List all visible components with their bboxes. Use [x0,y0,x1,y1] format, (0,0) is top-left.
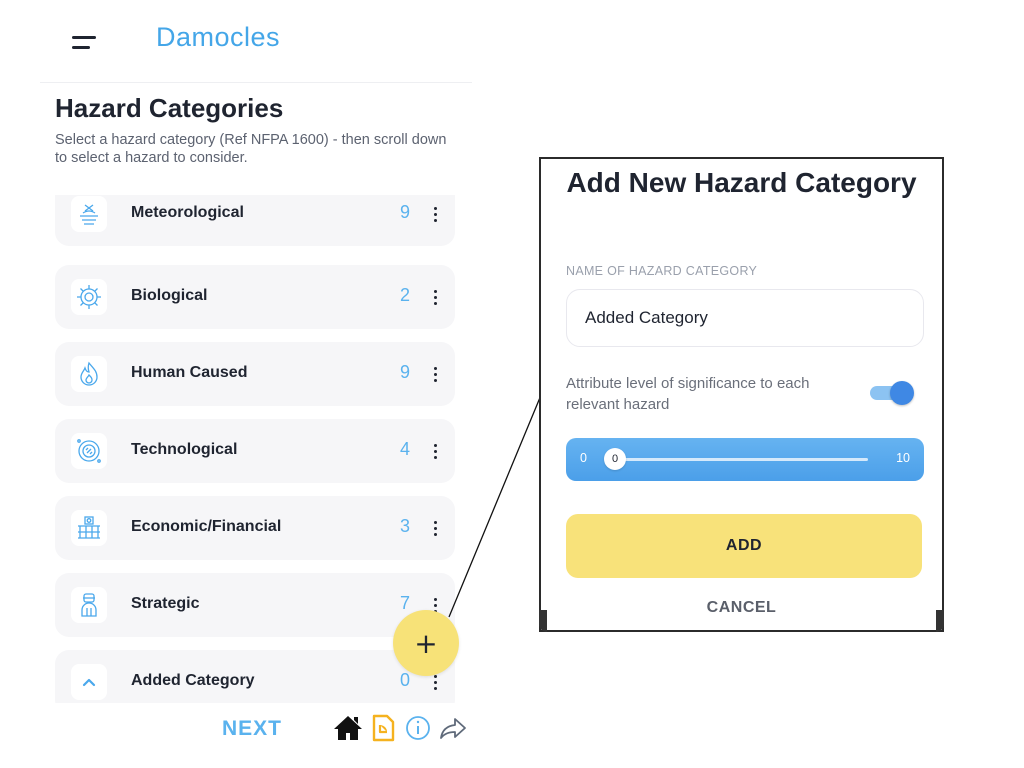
category-label: Strategic [131,595,200,612]
page-title: Hazard Categories [55,93,284,123]
more-options-icon[interactable] [428,364,442,384]
category-label: Biological [131,287,208,304]
category-name-input[interactable] [566,289,924,347]
category-item-human-caused[interactable]: Human Caused 9 [55,342,455,406]
page-subtitle: Select a hazard category (Ref NFPA 1600)… [55,132,447,166]
category-count: 0 [400,670,411,690]
category-label: Economic/Financial [131,518,282,535]
category-item-biological[interactable]: Biological 2 [55,265,455,329]
category-count: 4 [400,439,411,459]
technological-icon [71,433,107,469]
category-item-economic-financial[interactable]: Economic/Financial 3 [55,496,455,560]
category-count: 9 [400,202,411,222]
slider-rail [618,458,868,461]
dialog-title: Add New Hazard Category [566,167,917,198]
category-label: Meteorological [131,204,244,221]
add-button[interactable]: ADD [566,514,922,578]
category-count: 2 [400,285,411,305]
slider-min-label: 0 [580,451,587,465]
human-caused-icon [71,356,107,392]
next-button[interactable]: NEXT [222,717,282,741]
significance-slider[interactable]: 0 0 10 [566,438,924,481]
category-label: Human Caused [131,364,248,381]
meteorological-icon [71,196,107,232]
significance-toggle-label: Attribute level of significance to each … [566,375,810,413]
report-icon[interactable] [371,713,399,743]
add-category-dialog: Add New Hazard Category NAME OF HAZARD C… [539,157,944,632]
category-item-technological[interactable]: Technological 4 [55,419,455,483]
category-label: Added Category [131,672,255,689]
more-options-icon[interactable] [428,518,442,538]
category-item-added-category[interactable]: Added Category 0 [55,650,455,703]
slider-thumb[interactable]: 0 [604,448,626,470]
name-field-caption: NAME OF HAZARD CATEGORY [566,264,758,278]
category-item-meteorological[interactable]: Meteorological 9 [55,195,455,246]
hamburger-menu-icon[interactable] [72,36,96,50]
more-options-icon[interactable] [428,287,442,307]
category-count: 7 [400,593,411,613]
biological-icon [71,279,107,315]
chevron-up-icon[interactable] [71,664,107,700]
info-icon[interactable] [404,713,432,743]
economic-financial-icon [71,510,107,546]
slider-max-label: 10 [896,451,910,465]
more-options-icon[interactable] [428,441,442,461]
category-count: 9 [400,362,411,382]
category-label: Technological [131,441,238,458]
cancel-button[interactable]: CANCEL [541,599,942,617]
category-item-strategic[interactable]: Strategic 7 [55,573,455,637]
significance-toggle[interactable] [868,381,914,405]
category-list[interactable]: Meteorological 9 Biological 2 Human Caus… [55,195,455,703]
share-icon[interactable] [438,713,466,743]
add-category-fab[interactable]: + [393,610,459,676]
header-divider [40,82,472,83]
home-icon[interactable] [333,713,362,743]
more-options-icon[interactable] [428,204,442,224]
app-title: Damocles [156,22,281,52]
category-count: 3 [400,516,411,536]
strategic-icon [71,587,107,623]
